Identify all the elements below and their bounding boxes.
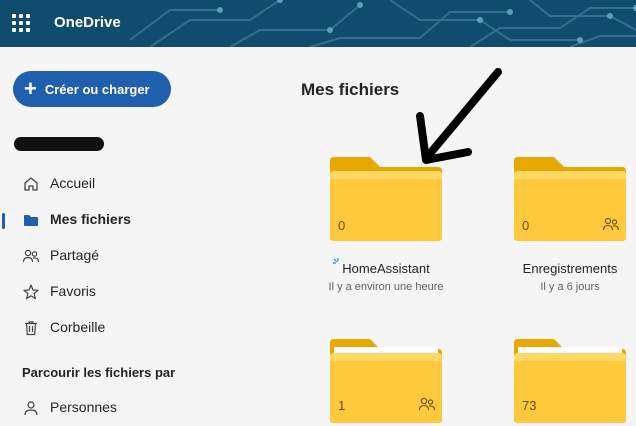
sidebar-item-shared[interactable]: Partagé [0,241,200,269]
sidebar-item-home[interactable]: Accueil [0,169,200,197]
shared-people-icon [418,397,436,411]
sidebar-item-label: Personnes [50,399,117,415]
folder-tile-enregistrements[interactable]: 0 [514,157,626,241]
folder-icon [24,215,38,226]
sidebar-item-label: Favoris [50,283,96,299]
active-indicator [2,213,5,229]
shared-people-icon [602,217,620,231]
folder-modified-date: Il y a 6 jours [540,281,600,293]
plus-icon: + [24,76,37,101]
person-icon [24,401,38,416]
app-header: OneDrive [0,0,636,47]
sidebar-item-my-files[interactable]: Mes fichiers [0,205,200,233]
sidebar-item-label: Corbeille [50,319,106,335]
people-icon [22,249,40,263]
folder-item-count: 73 [522,398,537,413]
app-title[interactable]: OneDrive [54,14,121,31]
sidebar-item-label: Accueil [50,175,96,191]
folder-name[interactable]: Enregistrements [504,261,636,276]
folder-name[interactable]: HomeAssistant [320,261,452,276]
page-title: Mes fichiers [301,80,400,99]
sidebar-item-recycle-bin[interactable]: Corbeille [0,313,200,341]
redacted-account-name [14,137,104,151]
sidebar-item-favorites[interactable]: Favoris [0,277,200,305]
create-or-upload-button[interactable]: + Créer ou charger [13,71,171,107]
folder-item-count: 0 [338,218,346,233]
folder-modified-date: Il y a environ une heure [328,281,444,293]
folder-item-count: 0 [522,218,530,233]
sidebar-item-label: Partagé [50,247,100,263]
header-circuit-pattern [130,0,636,47]
annotation-arrow-icon [416,68,502,164]
folder-tile[interactable]: 73 [514,339,626,423]
create-button-label: Créer ou charger [44,81,150,97]
trash-icon [25,321,37,336]
home-icon [24,177,38,191]
folder-item-count: 1 [338,398,346,413]
app-launcher-icon[interactable] [12,14,30,32]
browse-files-by-heading: Parcourir les fichiers par [22,365,176,380]
sidebar-item-people[interactable]: Personnes [0,393,200,421]
folder-tile[interactable]: 1 [330,339,442,423]
sidebar-item-label: Mes fichiers [50,211,131,227]
star-icon [23,284,39,300]
